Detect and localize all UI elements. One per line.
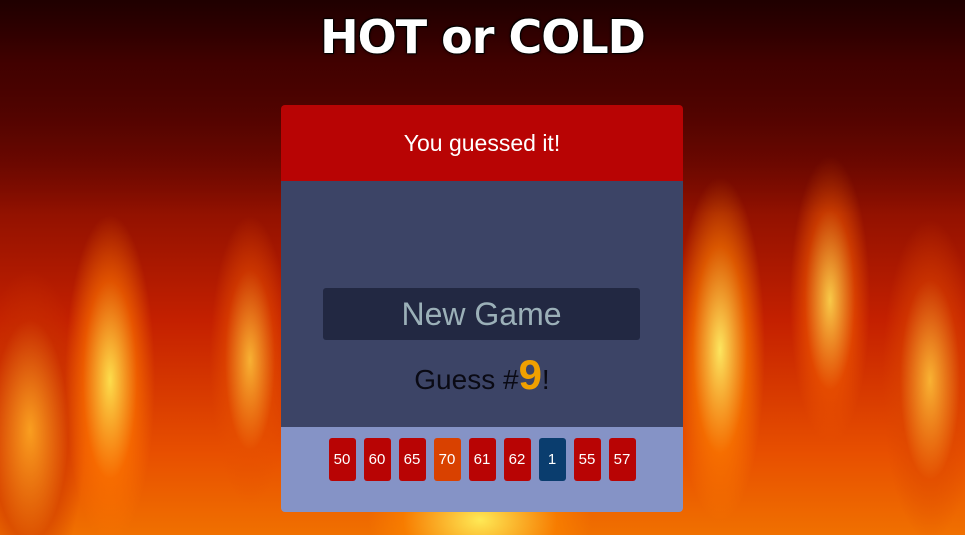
guess-counter: Guess #9!: [281, 351, 683, 399]
guess-prefix: Guess #: [414, 364, 519, 395]
guess-chip: 65: [398, 438, 426, 481]
guess-suffix: !: [541, 364, 550, 395]
guess-chip: 62: [503, 438, 531, 481]
game-card: You guessed it! New Game Guess #9! 50 60 6…: [281, 105, 683, 512]
guess-chip: 57: [608, 438, 636, 481]
guess-count: 9: [518, 351, 542, 398]
feedback-banner: You guessed it!: [281, 105, 683, 181]
guess-chip: 55: [573, 438, 601, 481]
guess-chip: 1: [538, 438, 566, 481]
guess-chip: 60: [363, 438, 391, 481]
guess-chip: 61: [468, 438, 496, 481]
feedback-text: You guessed it!: [403, 129, 561, 156]
game-title: HOT or COLD: [320, 10, 646, 64]
game-panel: New Game Guess #9!: [281, 181, 683, 427]
guess-chip: 50: [328, 438, 356, 481]
guess-history: 50 60 65 70 61 62 1 55 57: [281, 427, 683, 512]
new-game-button[interactable]: New Game: [323, 288, 640, 340]
guess-chip: 70: [433, 438, 461, 481]
